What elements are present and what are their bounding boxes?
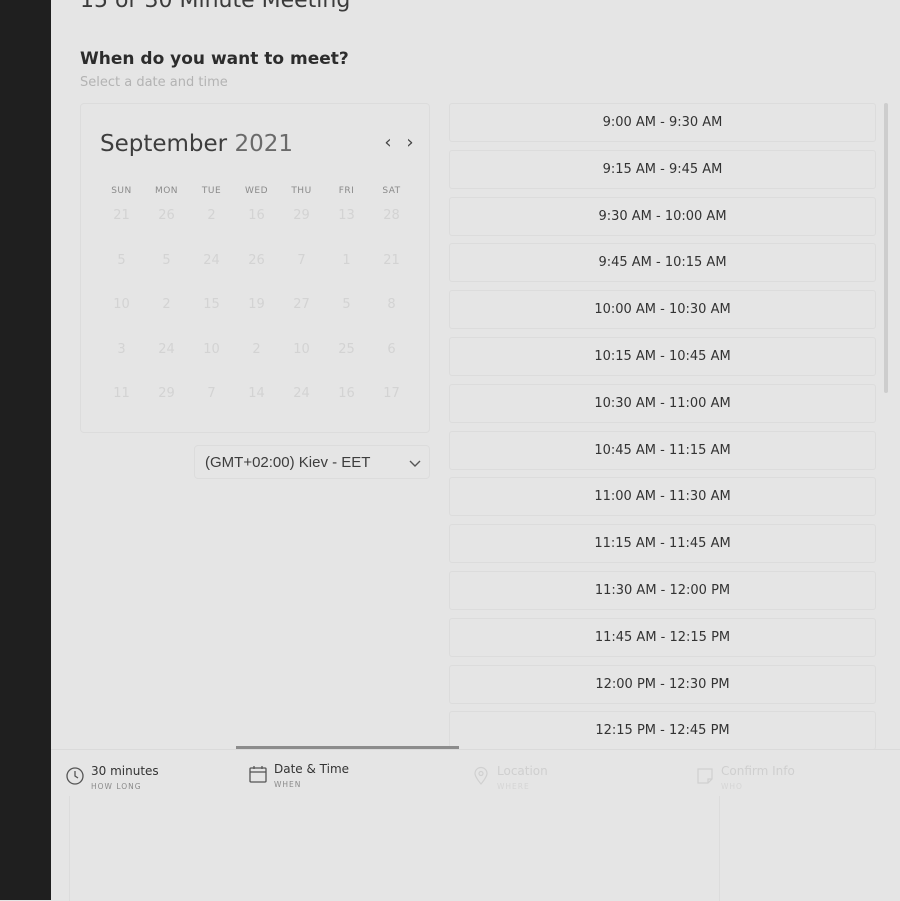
calendar-day: 19	[248, 297, 265, 312]
column-divider	[69, 796, 70, 901]
calendar-day: 1	[342, 252, 351, 268]
calendar-day: 24	[158, 341, 175, 357]
step-title: Confirm Info	[721, 764, 795, 778]
step-title: Location	[497, 764, 548, 778]
step-title: Date & Time	[274, 762, 350, 776]
time-slot-button[interactable]: 11:45 AM - 12:15 PM	[449, 617, 876, 657]
time-slot-button[interactable]: 10:00 AM - 10:30 AM	[449, 290, 876, 330]
time-slot-button[interactable]: 12:00 PM - 12:30 PM	[449, 664, 876, 704]
page-title: 15 or 30 Minute Meeting	[80, 0, 351, 13]
time-slot-button[interactable]: 10:15 AM - 10:45 AM	[449, 337, 876, 376]
calendar-day: 3	[117, 341, 126, 357]
location-pin-icon	[474, 766, 488, 785]
weekday-header: SUN MON TUE WED THU FRI SAT	[99, 178, 414, 197]
column-divider	[719, 796, 720, 901]
calendar-day: 7	[207, 386, 216, 401]
calendar-day: 10	[293, 341, 310, 357]
time-slot-button[interactable]: 12:15 PM - 12:45 PM	[449, 711, 876, 751]
calendar-day: 15	[203, 297, 220, 312]
calendar-day: 11	[113, 386, 130, 401]
note-icon	[697, 768, 713, 784]
calendar-day: 25	[338, 341, 355, 357]
chevron-left-icon[interactable]: ‹	[378, 134, 398, 154]
calendar-day: 16	[248, 208, 265, 223]
calendar-year: 2021	[234, 131, 293, 157]
calendar-day: 5	[342, 297, 351, 312]
calendar-day: 26	[248, 252, 265, 268]
booking-steps-bar: 30 minutes HOW LONG Date & Time WHEN Loc…	[51, 746, 900, 901]
calendar-day: 5	[117, 252, 126, 268]
calendar-day: 10	[203, 341, 220, 357]
weekday-label: SAT	[382, 186, 401, 196]
calendar-days-grid: 21 26 2 16 29 13 28 5 5 24 26 7 1 21 10 2 15 19 27 5 8 3 24…	[99, 204, 414, 427]
scrollbar-thumb[interactable]	[884, 103, 888, 393]
calendar-week: 5 5 24 26 7 1 21	[99, 249, 414, 294]
chevron-right-icon[interactable]: ›	[400, 134, 420, 154]
calendar-day: 7	[297, 252, 306, 268]
calendar-day: 24	[293, 386, 310, 401]
weekday-label: SUN	[111, 186, 132, 196]
calendar-day: 21	[113, 208, 130, 223]
calendar-day: 29	[293, 208, 310, 223]
calendar-week: 10 2 15 19 27 5 8	[99, 293, 414, 338]
left-dark-bar	[0, 0, 51, 900]
step-subtitle: HOW LONG	[91, 782, 142, 791]
weekday-label: FRI	[338, 186, 355, 196]
clock-icon	[66, 767, 84, 785]
time-slot-button[interactable]: 11:00 AM - 11:30 AM	[449, 477, 876, 517]
weekday-label: THU	[291, 186, 312, 196]
step-title: 30 minutes	[91, 764, 159, 778]
time-slot-button[interactable]: 9:00 AM - 9:30 AM	[449, 103, 876, 142]
calendar-week: 21 26 2 16 29 13 28	[99, 204, 414, 249]
calendar-day: 2	[162, 297, 171, 312]
timezone-value: (GMT+02:00) Kiev - EET	[205, 454, 371, 471]
step-subtitle: WHEN	[274, 780, 302, 789]
calendar-day: 28	[383, 208, 400, 223]
time-slot-button[interactable]: 11:15 AM - 11:45 AM	[449, 524, 876, 564]
calendar-week: 11 29 7 14 24 16 17	[99, 382, 414, 427]
time-slot-button[interactable]: 10:30 AM - 11:00 AM	[449, 383, 876, 423]
calendar-day: 24	[203, 252, 220, 268]
calendar-day: 17	[383, 386, 400, 401]
chevron-down-icon	[409, 460, 421, 467]
calendar-day: 29	[158, 386, 175, 401]
calendar-day: 21	[383, 252, 400, 268]
calendar-card: September 2021 ‹ › SUN MON TUE WED THU FRI SAT…	[80, 103, 430, 433]
calendar-day: 5	[162, 252, 171, 268]
calendar-day: 27	[293, 297, 310, 312]
active-step-indicator	[236, 746, 459, 749]
calendar-day: 2	[252, 341, 261, 357]
calendar-day: 8	[387, 297, 396, 312]
time-slot-button[interactable]: 9:15 AM - 9:45 AM	[449, 149, 876, 189]
section-subtitle: Select a date and time	[80, 75, 228, 90]
calendar-day: 26	[158, 208, 175, 223]
time-slot-button[interactable]: 9:30 AM - 10:00 AM	[449, 196, 876, 236]
step-subtitle: WHERE	[497, 782, 530, 791]
time-slot-button[interactable]: 11:30 AM - 12:00 PM	[449, 571, 876, 610]
time-slot-button[interactable]: 10:45 AM - 11:15 AM	[449, 430, 876, 470]
calendar-day: 2	[207, 208, 216, 223]
calendar-month-year: September 2021	[100, 131, 293, 157]
weekday-label: MON	[154, 186, 179, 196]
calendar-month: September	[100, 131, 228, 157]
calendar-day: 14	[248, 386, 265, 401]
calendar-day: 6	[387, 341, 396, 357]
time-slot-button[interactable]: 9:45 AM - 10:15 AM	[449, 243, 876, 283]
calendar-day: 16	[338, 386, 355, 401]
timezone-select[interactable]: (GMT+02:00) Kiev - EET	[194, 445, 430, 479]
calendar-icon	[249, 766, 267, 783]
calendar-day: 10	[113, 297, 130, 312]
time-slot-scrollbar[interactable]	[884, 103, 889, 393]
section-heading: When do you want to meet?	[80, 49, 349, 69]
calendar-week: 3 24 10 2 10 25 6	[99, 338, 414, 383]
step-subtitle: WHO	[721, 782, 743, 791]
calendar-day: 13	[338, 208, 355, 223]
weekday-label: WED	[244, 186, 268, 196]
weekday-label: TUE	[201, 186, 222, 196]
